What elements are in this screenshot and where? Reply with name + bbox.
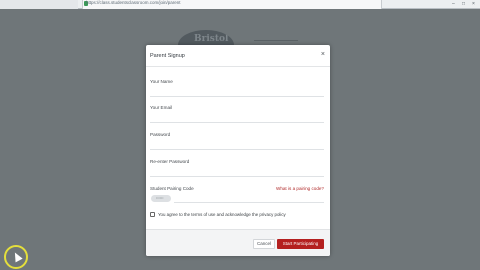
cancel-button[interactable]: Cancel <box>253 239 275 249</box>
pairing-code-help-link[interactable]: What is a pairing code? <box>276 186 324 191</box>
background-divider <box>254 40 298 41</box>
pairing-code-label: Student Pairing Code <box>150 186 194 191</box>
email-label: Your Email <box>150 105 173 110</box>
modal-header: Parent Signup × <box>146 45 330 67</box>
password-field[interactable] <box>150 139 324 150</box>
reenter-password-field[interactable] <box>150 166 324 177</box>
terms-checkbox[interactable] <box>150 212 155 217</box>
modal-footer: Cancel Start Participating <box>146 229 330 256</box>
browser-chrome: https://class.studentsclassroom.com/join… <box>0 0 480 9</box>
start-participating-button[interactable]: Start Participating <box>277 239 324 249</box>
name-label: Your Name <box>150 79 173 84</box>
window-close-icon[interactable]: × <box>472 1 475 7</box>
pairing-code-underline <box>174 202 324 203</box>
parent-signup-modal: Parent Signup × Your Name Your Email Pas… <box>146 45 330 256</box>
maximize-icon[interactable]: □ <box>462 1 465 7</box>
terms-agreement-text[interactable]: You agree to the terms of use and acknow… <box>158 212 286 218</box>
email-field[interactable] <box>150 112 324 123</box>
name-field[interactable] <box>150 86 324 97</box>
pairing-code-field[interactable]: •••••• <box>151 195 171 202</box>
minimize-icon[interactable]: – <box>452 1 455 7</box>
modal-title: Parent Signup <box>150 53 185 59</box>
browser-tab-strip[interactable] <box>0 0 78 9</box>
reenter-password-label: Re-enter Password <box>150 159 190 164</box>
password-label: Password <box>150 132 171 137</box>
pairing-code-value: •••••• <box>156 196 164 200</box>
address-bar-url[interactable]: https://class.studentsclassroom.com/join… <box>86 0 181 6</box>
close-icon[interactable]: × <box>321 51 325 59</box>
